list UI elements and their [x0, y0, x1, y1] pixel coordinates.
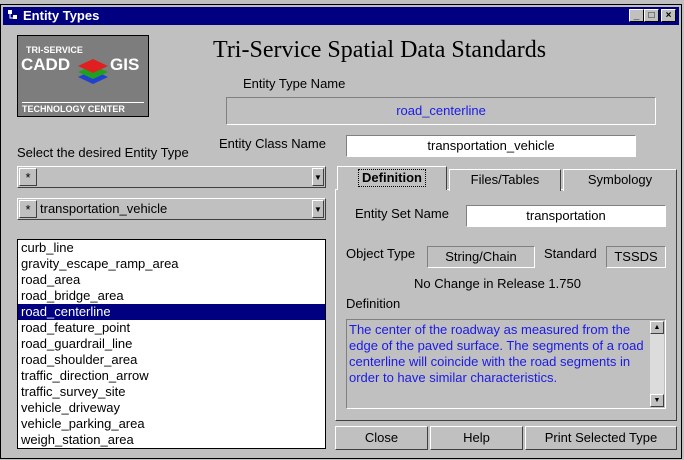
- chevron-down-icon: ▼: [314, 205, 322, 214]
- tab-symbology-label: Symbology: [587, 172, 653, 187]
- list-item[interactable]: road_guardrail_line: [18, 336, 325, 352]
- minimize-button[interactable]: _: [629, 9, 644, 22]
- list-item[interactable]: road_bridge_area: [18, 288, 325, 304]
- list-item[interactable]: curb_line: [18, 240, 325, 256]
- tab-definition[interactable]: Definition: [337, 166, 447, 190]
- maximize-icon: □: [648, 10, 655, 21]
- window-title: Entity Types: [23, 8, 100, 23]
- select-entity-type-label: Select the desired Entity Type: [17, 145, 189, 160]
- combo-2-value[interactable]: transportation_vehicle: [40, 200, 167, 218]
- close-window-button[interactable]: ×: [661, 9, 676, 22]
- combo-2-star-button[interactable]: *: [19, 200, 37, 218]
- release-note: No Change in Release 1.750: [414, 276, 581, 291]
- entity-type-list[interactable]: curb_line gravity_escape_ramp_area road_…: [17, 239, 326, 449]
- help-button[interactable]: Help: [430, 426, 523, 450]
- scroll-up-button[interactable]: ▲: [650, 321, 664, 334]
- logo-layers-icon: [78, 59, 108, 84]
- entity-type-name-value: road_centerline: [226, 97, 656, 125]
- list-item[interactable]: gravity_escape_ramp_area: [18, 256, 325, 272]
- entity-types-window: Entity Types _ □ × TRI-SERVICE CADD GIS …: [0, 4, 682, 459]
- logo-cadd: CADD: [21, 55, 71, 74]
- list-item[interactable]: road_shoulder_area: [18, 352, 325, 368]
- close-button[interactable]: Close: [335, 426, 428, 450]
- list-item[interactable]: vehicle_driveway: [18, 400, 325, 416]
- chevron-up-icon: ▲: [653, 324, 661, 331]
- window-app-icon[interactable]: [6, 9, 19, 22]
- logo-gis: GIS: [110, 55, 140, 74]
- definition-scrollbar[interactable]: ▲ ▼: [650, 321, 664, 407]
- minimize-icon: _: [633, 10, 640, 21]
- entity-class-name-label: Entity Class Name: [219, 136, 326, 151]
- logo-technology-center: TECHNOLOGY CENTER: [22, 102, 144, 114]
- scroll-down-button[interactable]: ▼: [650, 394, 664, 407]
- definition-textbox[interactable]: The center of the roadway as measured fr…: [346, 319, 666, 409]
- standard-label: Standard: [544, 246, 597, 261]
- standard-value: TSSDS: [606, 246, 666, 268]
- combo-1-dropdown-button[interactable]: ▼: [312, 168, 324, 186]
- combo-2-dropdown-button[interactable]: ▼: [312, 200, 324, 218]
- list-item[interactable]: traffic_direction_arrow: [18, 368, 325, 384]
- logo-tri-service: TRI-SERVICE: [26, 45, 83, 55]
- page-title: Tri-Service Spatial Data Standards: [213, 37, 547, 63]
- close-icon: ×: [665, 10, 672, 21]
- entity-set-name-field[interactable]: transportation: [466, 205, 666, 227]
- list-item[interactable]: weigh_station_area: [18, 432, 325, 448]
- list-item[interactable]: vehicle_parking_area: [18, 416, 325, 432]
- chevron-down-icon: ▼: [653, 397, 661, 404]
- object-type-label: Object Type: [346, 246, 416, 261]
- list-item[interactable]: road_area: [18, 272, 325, 288]
- print-selected-type-button[interactable]: Print Selected Type: [525, 426, 677, 450]
- combo-1-value[interactable]: [38, 168, 310, 186]
- list-item[interactable]: traffic_survey_site: [18, 384, 325, 400]
- object-type-value: String/Chain: [427, 246, 535, 268]
- entity-set-name-label: Entity Set Name: [355, 206, 449, 221]
- definition-text: The center of the roadway as measured fr…: [349, 322, 644, 385]
- tab-definition-label: Definition: [358, 169, 426, 187]
- tab-files-tables-label: Files/Tables: [470, 172, 540, 187]
- maximize-button[interactable]: □: [644, 9, 659, 22]
- definition-label: Definition: [346, 296, 401, 311]
- entity-class-name-field[interactable]: transportation_vehicle: [346, 135, 636, 157]
- entity-filter-combo-2[interactable]: * transportation_vehicle ▼: [17, 198, 326, 220]
- combo-1-star-button[interactable]: *: [19, 168, 37, 186]
- tab-files-tables[interactable]: Files/Tables: [449, 169, 561, 191]
- entity-type-name-label: Entity Type Name: [243, 76, 346, 91]
- entity-filter-combo-1[interactable]: * ▼: [17, 166, 326, 188]
- chevron-down-icon: ▼: [314, 173, 322, 182]
- title-bar[interactable]: Entity Types _ □ ×: [3, 7, 679, 25]
- list-item-selected[interactable]: road_centerline: [18, 304, 325, 320]
- tab-symbology[interactable]: Symbology: [563, 169, 677, 191]
- list-item[interactable]: road_feature_point: [18, 320, 325, 336]
- cadd-gis-logo: TRI-SERVICE CADD GIS TECHNOLOGY CENTER: [17, 35, 149, 117]
